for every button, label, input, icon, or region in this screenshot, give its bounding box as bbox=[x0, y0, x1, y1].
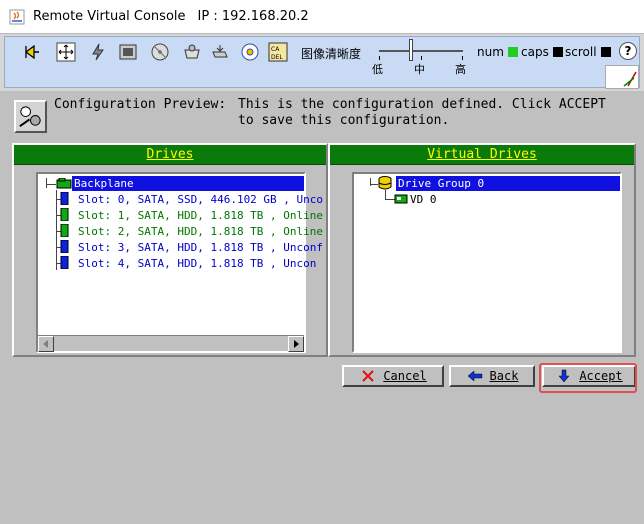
tree-node-slot-2[interactable]: Slot: 2, SATA, HDD, 1.818 TB , Online bbox=[78, 224, 323, 239]
accept-button-label: Accept bbox=[579, 369, 623, 383]
toolbar-panel: CA DEL 图像清晰度 低 中 高 num caps scroll ? bbox=[4, 36, 640, 89]
drive-tool-icon[interactable] bbox=[209, 41, 231, 63]
drive-group-icon bbox=[378, 176, 392, 190]
configuration-preview-label: Configuration Preview: bbox=[54, 97, 227, 112]
caps-lock-light bbox=[552, 47, 563, 57]
tree-line bbox=[370, 184, 378, 185]
virtual-drives-tree[interactable]: Drive Group 0 VD 0 bbox=[352, 172, 622, 353]
lightning-icon[interactable] bbox=[87, 41, 109, 63]
slider-tick bbox=[379, 56, 380, 60]
hdd-unconfigured-icon bbox=[60, 256, 69, 269]
hdd-online-icon bbox=[60, 208, 69, 221]
pin-icon[interactable] bbox=[21, 41, 43, 63]
clarity-mid-label: 中 bbox=[414, 63, 425, 76]
help-button[interactable]: ? bbox=[619, 42, 637, 60]
back-button-label: Back bbox=[489, 369, 519, 383]
clarity-slider-thumb[interactable] bbox=[409, 39, 413, 61]
svg-text:CA: CA bbox=[271, 46, 280, 53]
cancel-button[interactable]: Cancel bbox=[342, 365, 444, 387]
ssd-drive-icon bbox=[60, 192, 69, 205]
media-icon[interactable] bbox=[239, 41, 261, 63]
window-title: Remote Virtual Console bbox=[33, 9, 186, 24]
slider-tick bbox=[462, 56, 463, 60]
configuration-description: This is the configuration defined. Click… bbox=[238, 97, 606, 128]
tree-line bbox=[46, 178, 47, 188]
drives-panel: Drives Backplane Slot: 0, SATA, SSD, 446… bbox=[12, 143, 328, 357]
tree-node-vd-0[interactable]: VD 0 bbox=[410, 192, 437, 207]
drives-tree[interactable]: Backplane Slot: 0, SATA, SSD, 446.102 GB… bbox=[36, 172, 323, 353]
move-icon[interactable] bbox=[55, 41, 77, 63]
tree-node-slot-3[interactable]: Slot: 3, SATA, HDD, 1.818 TB , Unconf bbox=[78, 240, 323, 255]
drives-panel-header: Drives bbox=[14, 145, 326, 165]
tree-line bbox=[46, 184, 56, 185]
scroll-lock-indicator: scroll bbox=[565, 45, 611, 59]
console-toolbar: CA DEL 图像清晰度 低 中 高 num caps scroll ? bbox=[0, 33, 644, 91]
java-app-icon bbox=[9, 9, 25, 24]
num-lock-label: num bbox=[477, 45, 504, 59]
backplane-icon bbox=[56, 178, 72, 189]
scroll-lock-light bbox=[600, 47, 611, 57]
hdd-unconfigured-icon bbox=[60, 240, 69, 253]
accept-arrow-icon bbox=[558, 369, 570, 383]
configuration-preview-page: Configuration Preview: This is the confi… bbox=[0, 91, 644, 524]
num-lock-indicator: num bbox=[477, 45, 518, 59]
cancel-button-label: Cancel bbox=[383, 369, 427, 383]
drives-horizontal-scrollbar[interactable] bbox=[38, 335, 304, 352]
configuration-icon bbox=[14, 100, 47, 133]
capture-icon[interactable] bbox=[117, 41, 139, 63]
back-arrow-icon bbox=[467, 370, 482, 382]
scroll-left-button[interactable] bbox=[38, 336, 54, 352]
virtual-drives-panel-header: Virtual Drives bbox=[330, 145, 634, 165]
vendor-logo bbox=[605, 65, 639, 89]
disc-icon[interactable] bbox=[149, 41, 171, 63]
caps-lock-label: caps bbox=[521, 45, 549, 59]
scroll-right-button[interactable] bbox=[288, 336, 304, 352]
slider-tick bbox=[421, 56, 422, 60]
clarity-low-label: 低 bbox=[372, 63, 383, 76]
image-clarity-label: 图像清晰度 bbox=[301, 47, 362, 61]
tree-node-slot-1[interactable]: Slot: 1, SATA, HDD, 1.818 TB , Online bbox=[78, 208, 323, 223]
window-ip: IP : 192.168.20.2 bbox=[197, 9, 309, 24]
hdd-online-icon bbox=[60, 224, 69, 237]
accept-button[interactable]: Accept bbox=[542, 365, 636, 387]
tree-node-slot-0[interactable]: Slot: 0, SATA, SSD, 446.102 GB , Unco bbox=[78, 192, 323, 207]
virtual-disk-icon bbox=[394, 194, 408, 204]
scroll-lock-label: scroll bbox=[565, 45, 597, 59]
tree-node-drive-group-0[interactable]: Drive Group 0 bbox=[396, 176, 620, 191]
num-lock-light bbox=[507, 47, 518, 57]
clarity-high-label: 高 bbox=[455, 63, 466, 76]
clarity-slider-track[interactable] bbox=[379, 50, 463, 52]
tree-node-slot-4[interactable]: Slot: 4, SATA, HDD, 1.818 TB , Uncon bbox=[78, 256, 316, 271]
ctrl-alt-del-icon[interactable]: CA DEL bbox=[267, 41, 289, 63]
tree-line bbox=[56, 190, 57, 270]
floppy-icon[interactable] bbox=[181, 41, 203, 63]
back-button[interactable]: Back bbox=[449, 365, 535, 387]
virtual-drives-panel: Virtual Drives Drive Group 0 VD 0 bbox=[328, 143, 636, 357]
window-titlebar: Remote Virtual Console IP : 192.168.20.2 bbox=[0, 0, 644, 33]
svg-text:DEL: DEL bbox=[271, 54, 283, 61]
cancel-x-icon bbox=[362, 370, 375, 382]
caps-lock-indicator: caps bbox=[521, 45, 563, 59]
tree-node-backplane[interactable]: Backplane bbox=[72, 176, 304, 191]
